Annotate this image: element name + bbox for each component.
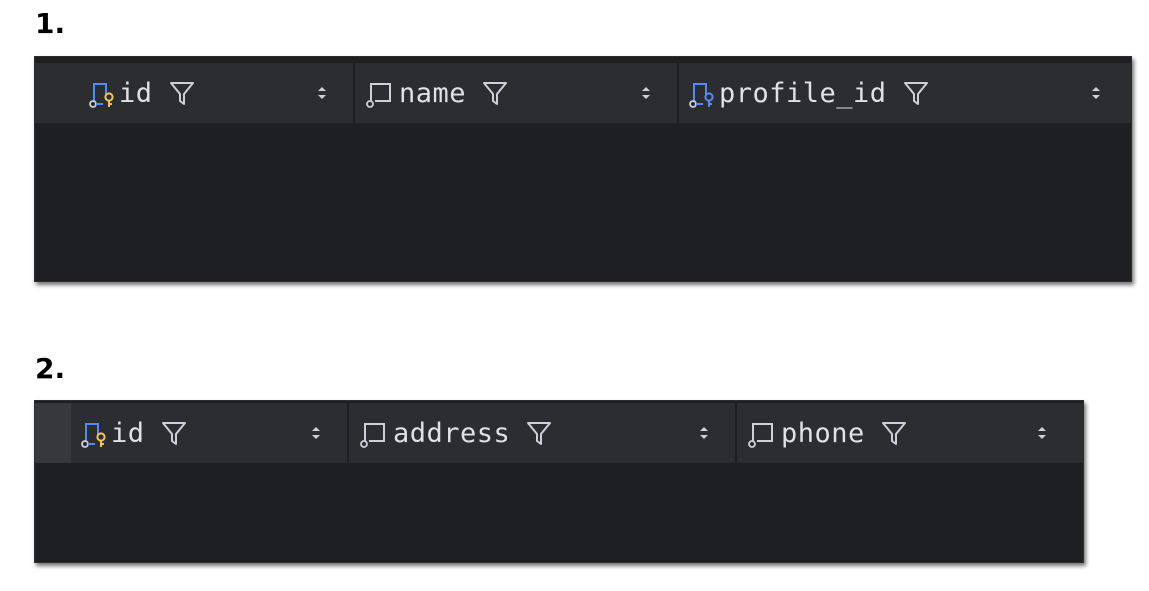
column-header-phone[interactable]: phone xyxy=(737,403,1083,463)
row-number-header xyxy=(35,63,43,123)
grid-header-2: id address phone xyxy=(35,403,1083,463)
sort-icon[interactable] xyxy=(1091,63,1101,123)
column-header-id[interactable]: id xyxy=(71,403,349,463)
column-name: profile_id xyxy=(719,77,887,109)
column-icon xyxy=(357,417,387,449)
grid-header-1: id name profile_id xyxy=(35,63,1131,123)
grid-body-1 xyxy=(35,123,1131,281)
column-icon xyxy=(745,417,775,449)
section-label-2: 2. xyxy=(35,352,66,385)
grid-body-2 xyxy=(35,463,1083,562)
sort-icon[interactable] xyxy=(311,403,321,463)
row-number-header xyxy=(35,403,71,463)
column-name: id xyxy=(111,417,145,449)
foreign-key-column-icon xyxy=(687,77,717,109)
column-name: id xyxy=(119,77,153,109)
primary-key-column-icon xyxy=(87,77,117,109)
sort-icon[interactable] xyxy=(1037,403,1047,463)
sort-icon[interactable] xyxy=(641,63,651,123)
section-label-1: 1. xyxy=(35,7,66,40)
result-grid-1: id name profile_id xyxy=(34,56,1132,282)
column-header-name[interactable]: name xyxy=(355,63,679,123)
sort-icon[interactable] xyxy=(317,63,327,123)
column-header-id[interactable]: id xyxy=(43,63,355,123)
column-name: name xyxy=(399,77,467,109)
filter-icon[interactable] xyxy=(526,419,552,447)
column-header-address[interactable]: address xyxy=(349,403,737,463)
filter-icon[interactable] xyxy=(161,419,187,447)
sort-icon[interactable] xyxy=(699,403,709,463)
column-name: phone xyxy=(781,417,865,449)
filter-icon[interactable] xyxy=(903,79,929,107)
filter-icon[interactable] xyxy=(482,79,508,107)
filter-icon[interactable] xyxy=(169,79,195,107)
result-grid-2: id address phone xyxy=(34,400,1084,563)
filter-icon[interactable] xyxy=(881,419,907,447)
column-name: address xyxy=(393,417,511,449)
column-header-profile-id[interactable]: profile_id xyxy=(679,63,1131,123)
column-icon xyxy=(363,77,393,109)
primary-key-column-icon xyxy=(79,417,109,449)
